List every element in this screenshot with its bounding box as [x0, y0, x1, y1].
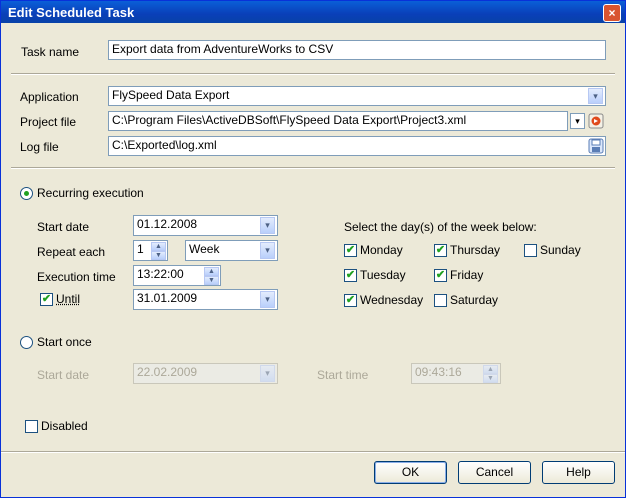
friday-label[interactable]: Friday — [450, 268, 483, 282]
once-time-down-icon[interactable]: ▼ — [483, 374, 498, 383]
radio-selected-dot — [24, 191, 29, 196]
help-button[interactable]: Help — [542, 461, 615, 484]
application-select[interactable]: FlySpeed Data Export — [108, 86, 606, 106]
friday-checkbox[interactable]: ✔ — [434, 269, 447, 282]
once-start-date-dropdown-icon[interactable]: ▾ — [260, 365, 275, 382]
task-name-label: Task name — [21, 45, 80, 59]
cancel-button[interactable]: Cancel — [458, 461, 531, 484]
once-start-time-label: Start time — [317, 368, 369, 382]
application-label: Application — [20, 90, 79, 104]
separator — [11, 73, 615, 75]
edit-scheduled-task-dialog: Edit Scheduled Task × Task name Export d… — [0, 0, 626, 498]
until-checkbox[interactable]: ✔ — [40, 293, 53, 306]
repeat-each-label: Repeat each — [37, 245, 106, 259]
until-date-dropdown-icon[interactable]: ▾ — [260, 291, 275, 308]
days-prompt: Select the day(s) of the week below: — [344, 220, 537, 234]
repeat-down-icon[interactable]: ▼ — [151, 251, 166, 260]
wednesday-label[interactable]: Wednesday — [360, 293, 423, 307]
time-up-icon[interactable]: ▲ — [204, 267, 219, 276]
title-bar[interactable]: Edit Scheduled Task × — [1, 1, 625, 23]
repeat-unit-dropdown-icon[interactable]: ▾ — [260, 242, 275, 259]
once-start-date-picker[interactable]: 22.02.2009 — [133, 363, 278, 384]
ok-button[interactable]: OK — [374, 461, 447, 484]
open-project-icon[interactable] — [588, 113, 604, 129]
sunday-checkbox[interactable] — [524, 244, 537, 257]
recurring-execution-radio[interactable] — [20, 187, 33, 200]
sunday-label[interactable]: Sunday — [540, 243, 581, 257]
thursday-label[interactable]: Thursday — [450, 243, 500, 257]
once-start-date-label: Start date — [37, 368, 90, 382]
separator — [1, 451, 625, 453]
task-name-input[interactable]: Export data from AdventureWorks to CSV — [108, 40, 606, 60]
saturday-checkbox[interactable] — [434, 294, 447, 307]
log-file-label: Log file — [20, 140, 59, 154]
until-label[interactable]: Until — [56, 292, 80, 306]
separator — [11, 167, 615, 169]
start-once-radio[interactable] — [20, 336, 33, 349]
once-time-up-icon[interactable]: ▲ — [483, 365, 498, 374]
execution-time-label: Execution time — [37, 270, 116, 284]
tuesday-checkbox[interactable]: ✔ — [344, 269, 357, 282]
tuesday-label[interactable]: Tuesday — [360, 268, 406, 282]
application-dropdown-icon[interactable]: ▾ — [588, 88, 603, 104]
disabled-checkbox[interactable] — [25, 420, 38, 433]
start-once-label[interactable]: Start once — [37, 335, 92, 349]
monday-checkbox[interactable]: ✔ — [344, 244, 357, 257]
recurring-execution-label[interactable]: Recurring execution — [37, 186, 144, 200]
monday-label[interactable]: Monday — [360, 243, 403, 257]
time-down-icon[interactable]: ▼ — [204, 276, 219, 285]
until-date-picker[interactable]: 31.01.2009 — [133, 289, 278, 310]
saturday-label[interactable]: Saturday — [450, 293, 498, 307]
save-log-icon[interactable] — [588, 138, 604, 154]
close-icon[interactable]: × — [603, 4, 621, 22]
log-file-input[interactable]: C:\Exported\log.xml — [108, 136, 606, 156]
window-title: Edit Scheduled Task — [8, 5, 135, 20]
start-date-label: Start date — [37, 220, 90, 234]
disabled-label[interactable]: Disabled — [41, 419, 88, 433]
project-file-dropdown-icon[interactable]: ▾ — [570, 113, 585, 129]
thursday-checkbox[interactable]: ✔ — [434, 244, 447, 257]
wednesday-checkbox[interactable]: ✔ — [344, 294, 357, 307]
project-file-label: Project file — [20, 115, 77, 129]
start-date-dropdown-icon[interactable]: ▾ — [260, 217, 275, 234]
dialog-body: Task name Export data from AdventureWork… — [1, 23, 625, 497]
project-file-input[interactable]: C:\Program Files\ActiveDBSoft\FlySpeed D… — [108, 111, 568, 131]
repeat-up-icon[interactable]: ▲ — [151, 242, 166, 251]
start-date-picker[interactable]: 01.12.2008 — [133, 215, 278, 236]
